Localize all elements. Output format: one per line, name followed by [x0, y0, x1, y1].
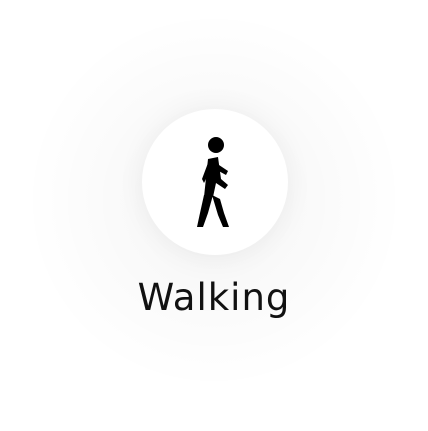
activity-label: Walking [137, 276, 291, 319]
activity-card[interactable]: Walking [0, 0, 428, 431]
activity-icon-circle [142, 109, 288, 255]
walking-person-icon [197, 137, 229, 227]
